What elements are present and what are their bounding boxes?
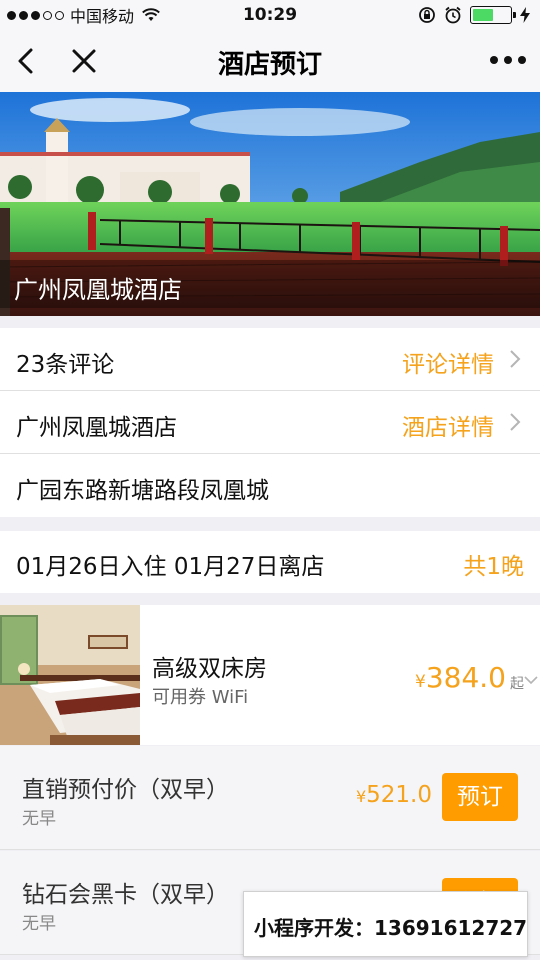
chevron-down-icon[interactable] bbox=[524, 675, 538, 685]
hotel-address: 广园东路新塘路段凤凰城 bbox=[16, 478, 269, 504]
nav-bar: 酒店预订 bbox=[0, 30, 540, 92]
rate-plan: 直销预付价（双早） 无早 ¥521.0 预订 bbox=[0, 746, 540, 850]
rate-plan-name: 钻石会黑卡（双早） bbox=[22, 882, 229, 908]
room-amenities: 可用券 WiFi bbox=[152, 687, 249, 708]
reviews-detail-link[interactable]: 评论详情 bbox=[402, 345, 494, 379]
developer-contact-text: 小程序开发：13691612727 bbox=[254, 916, 528, 940]
room-name: 高级双床房 bbox=[152, 656, 267, 682]
rate-plan-meal: 无早 bbox=[22, 914, 56, 934]
hotel-detail-link[interactable]: 酒店详情 bbox=[402, 408, 494, 442]
rotation-lock-icon bbox=[419, 7, 435, 23]
chevron-right-icon bbox=[510, 413, 521, 431]
rate-plan-name: 直销预付价（双早） bbox=[22, 777, 229, 803]
reviews-row[interactable]: 23条评论 评论详情 bbox=[0, 328, 540, 391]
check-in-out-dates: 01月26日入住 01月27日离店 bbox=[16, 554, 325, 580]
battery-icon bbox=[470, 6, 516, 24]
reviews-count: 23条评论 bbox=[16, 352, 115, 378]
hero-hotel-name: 广州凤凰城酒店 bbox=[14, 276, 182, 304]
rate-plan-price: ¥521.0 bbox=[356, 782, 432, 808]
price-from-suffix: 起 bbox=[510, 676, 524, 692]
hotel-info-list: 23条评论 评论详情 广州凤凰城酒店 酒店详情 广园东路新塘路段凤凰城 bbox=[0, 328, 540, 517]
hero-caption: 广州凤凰城酒店 bbox=[0, 260, 540, 308]
developer-contact-banner: 小程序开发：13691612727 bbox=[243, 891, 528, 957]
status-bar: 中国移动 10:29 bbox=[0, 0, 540, 30]
stay-dates-row[interactable]: 01月26日入住 01月27日离店 共1晚 bbox=[0, 531, 540, 593]
more-icon[interactable] bbox=[490, 56, 526, 64]
charging-icon bbox=[520, 7, 530, 23]
currency-symbol: ¥ bbox=[355, 787, 367, 806]
currency-symbol: ¥ bbox=[415, 672, 426, 692]
hotel-name: 广州凤凰城酒店 bbox=[16, 415, 177, 441]
rate-plan-meal: 无早 bbox=[22, 809, 56, 829]
room-card[interactable]: 高级双床房 可用券 WiFi ¥384.0 起 bbox=[0, 605, 540, 745]
chevron-right-icon bbox=[510, 350, 521, 368]
hotel-row[interactable]: 广州凤凰城酒店 酒店详情 bbox=[0, 391, 540, 454]
room-photo bbox=[0, 605, 140, 745]
address-row[interactable]: 广园东路新塘路段凤凰城 bbox=[0, 454, 540, 517]
page-title: 酒店预订 bbox=[217, 50, 322, 80]
nights-count: 共1晚 bbox=[463, 554, 524, 580]
hotel-hero-image[interactable]: 广州凤凰城酒店 bbox=[0, 92, 540, 316]
book-button[interactable]: 预订 bbox=[442, 773, 518, 821]
room-price: ¥384.0 起 bbox=[415, 661, 524, 694]
rate-plan-price-value: 521.0 bbox=[366, 782, 432, 808]
room-price-value: 384.0 bbox=[425, 661, 506, 694]
alarm-icon bbox=[445, 6, 461, 24]
